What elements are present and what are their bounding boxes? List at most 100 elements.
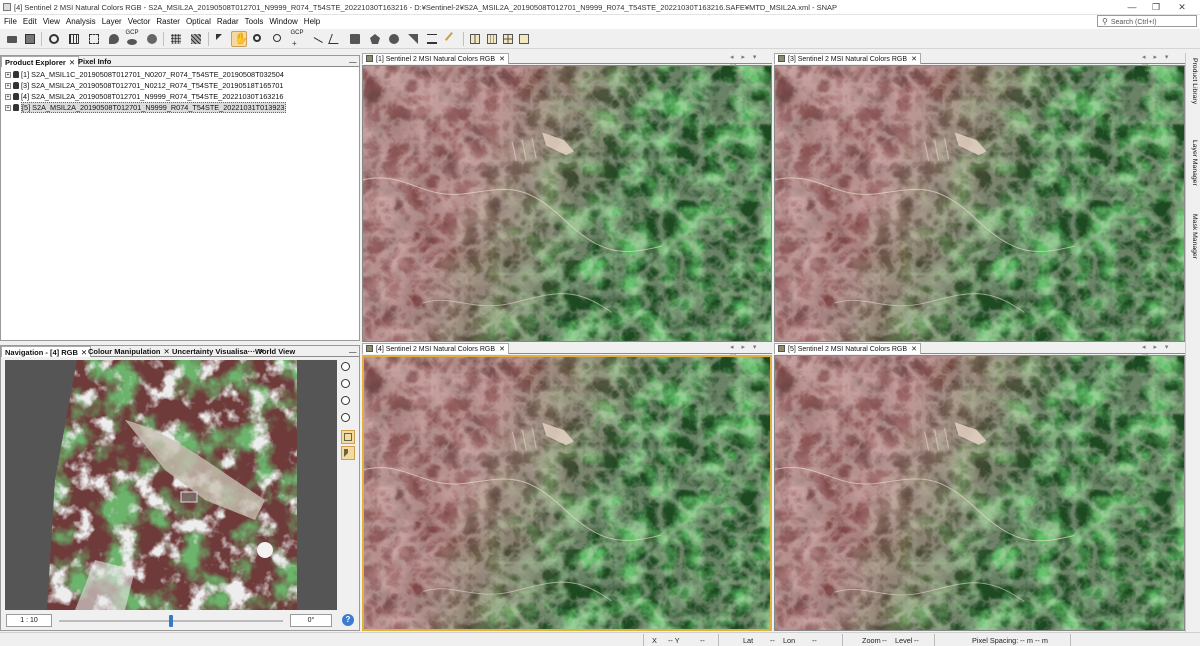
tab-view-5[interactable]: [5] Sentinel 2 MSI Natural Colors RGB ✕ bbox=[774, 343, 921, 354]
draw-tool-button[interactable] bbox=[444, 31, 460, 47]
rectangle-tool-button[interactable] bbox=[347, 31, 363, 47]
status-zoom-label: Zoom bbox=[862, 636, 881, 645]
menu-bar: File Edit View Analysis Layer Vector Raster Opt… bbox=[0, 15, 1200, 29]
gcp-button[interactable]: GCP bbox=[124, 30, 140, 47]
zoom-slider-thumb[interactable] bbox=[169, 615, 173, 627]
image-canvas-3[interactable] bbox=[774, 65, 1185, 342]
tab-colour-manipulation[interactable]: Colour Manipulation ✕ bbox=[85, 346, 173, 357]
pin-placing-tool-button[interactable] bbox=[270, 31, 286, 47]
select-tool-button[interactable] bbox=[213, 31, 229, 47]
menu-view[interactable]: View bbox=[40, 15, 63, 26]
menu-raster[interactable]: Raster bbox=[153, 15, 183, 26]
tile-grid-icon bbox=[503, 34, 513, 44]
zoom-default-button[interactable] bbox=[341, 396, 355, 410]
menu-help[interactable]: Help bbox=[301, 15, 323, 26]
menu-vector[interactable]: Vector bbox=[125, 15, 154, 26]
zoom-tool-button[interactable] bbox=[250, 31, 266, 47]
close-tab-icon[interactable]: ✕ bbox=[911, 346, 917, 353]
navigation-overview[interactable] bbox=[5, 360, 337, 610]
product-item-4[interactable]: + [4] S2A_MSIL2A_20190508T012701_N9999_R0… bbox=[5, 92, 284, 102]
tab-world-view[interactable]: World View bbox=[252, 346, 298, 357]
zoom-all-button[interactable] bbox=[341, 413, 355, 427]
search-placeholder: Search (Ctrl+I) bbox=[1110, 19, 1157, 26]
menu-edit[interactable]: Edit bbox=[20, 15, 40, 26]
sync-views-button[interactable] bbox=[341, 430, 355, 444]
close-tab-icon[interactable]: ✕ bbox=[911, 56, 917, 63]
panel-minimize-button[interactable]: — bbox=[346, 56, 360, 67]
product-item-5[interactable]: + [5] S2A_MSIL2A_20190508T012701_N9999_R0… bbox=[5, 102, 286, 113]
search-box[interactable]: ⚲ Search (Ctrl+I) bbox=[1097, 15, 1197, 27]
tile-horizontal-icon bbox=[487, 34, 497, 44]
range-finder-button[interactable] bbox=[424, 31, 440, 47]
product-explorer-panel: Product Explorer ✕ Pixel Info — + [1] S2A_… bbox=[0, 55, 360, 341]
status-lon-label: Lon bbox=[783, 636, 796, 645]
mask-button[interactable] bbox=[144, 31, 160, 47]
tab-navigation[interactable]: Navigation - [4] RGB ✕ bbox=[1, 346, 92, 357]
band-maths-button[interactable] bbox=[46, 31, 62, 47]
crosshair-icon bbox=[89, 34, 99, 44]
ellipse-icon bbox=[389, 34, 399, 44]
close-tab-icon[interactable]: ✕ bbox=[499, 346, 505, 353]
gcp-placing-tool-button[interactable]: GCP + bbox=[289, 30, 305, 48]
close-tab-icon[interactable]: ✕ bbox=[499, 56, 505, 63]
open-product-button[interactable] bbox=[4, 31, 20, 47]
ellipse-tool-button[interactable] bbox=[386, 31, 402, 47]
tab-view-3[interactable]: [3] Sentinel 2 MSI Natural Colors RGB ✕ bbox=[774, 53, 921, 64]
status-x-value: -- Y bbox=[668, 636, 680, 645]
ruler-icon bbox=[427, 34, 437, 44]
right-tab-product-library[interactable]: Product Library bbox=[1186, 58, 1198, 104]
pan-tool-button[interactable]: ✋ bbox=[231, 31, 248, 47]
zoom-all-icon bbox=[341, 413, 350, 422]
polyline-tool-button[interactable] bbox=[327, 31, 343, 47]
tile-vertical-button[interactable] bbox=[500, 31, 516, 47]
polygon-tool-button[interactable] bbox=[367, 31, 383, 47]
pin-place-icon bbox=[273, 34, 281, 42]
line-tool-button[interactable] bbox=[308, 31, 324, 51]
mosaic-button[interactable] bbox=[188, 31, 204, 47]
tile-horizontal-button[interactable] bbox=[484, 31, 500, 47]
tab-view-4[interactable]: [4] Sentinel 2 MSI Natural Colors RGB ✕ bbox=[362, 343, 509, 354]
scatter-tool-button[interactable] bbox=[168, 31, 184, 47]
expand-icon[interactable]: + bbox=[5, 94, 11, 100]
menu-optical[interactable]: Optical bbox=[183, 15, 214, 26]
product-item-3[interactable]: + [3] S2A_MSIL2A_20190508T012701_N0212_R0… bbox=[5, 81, 284, 91]
tile-single-button[interactable] bbox=[516, 31, 532, 47]
zoom-slider-track[interactable] bbox=[59, 615, 283, 627]
zoom-in-button[interactable] bbox=[341, 362, 355, 376]
menu-file[interactable]: File bbox=[1, 15, 20, 26]
product-item-1[interactable]: + [1] S2A_MSIL1C_20190508T012701_N0207_R0… bbox=[5, 70, 284, 80]
rotation-field[interactable]: 0° bbox=[290, 614, 332, 627]
menu-analysis[interactable]: Analysis bbox=[63, 15, 99, 26]
menu-radar[interactable]: Radar bbox=[214, 15, 242, 26]
hand-icon: ✋ bbox=[234, 33, 248, 45]
menu-tools[interactable]: Tools bbox=[242, 15, 267, 26]
tab-pixel-info[interactable]: Pixel Info bbox=[75, 56, 114, 67]
restore-button[interactable]: ❐ bbox=[1148, 1, 1164, 13]
tab-view-1[interactable]: [1] Sentinel 2 MSI Natural Colors RGB ✕ bbox=[362, 53, 509, 64]
magic-wand-button[interactable] bbox=[405, 31, 421, 47]
help-button[interactable]: ? bbox=[342, 614, 354, 626]
menu-layer[interactable]: Layer bbox=[99, 15, 125, 26]
pixel-geocoding-button[interactable] bbox=[86, 31, 102, 47]
image-canvas-5[interactable] bbox=[774, 355, 1185, 631]
image-canvas-1[interactable] bbox=[362, 65, 772, 342]
right-tab-layer-manager[interactable]: Layer Manager bbox=[1186, 140, 1198, 186]
graticule-button[interactable] bbox=[66, 31, 82, 47]
right-tab-mask-manager[interactable]: Mask Manager bbox=[1186, 214, 1198, 259]
panel-minimize-button[interactable]: — bbox=[346, 346, 360, 357]
zoom-out-button[interactable] bbox=[341, 379, 355, 393]
scale-field[interactable]: 1 : 10 bbox=[6, 614, 52, 627]
close-window-button[interactable]: ✕ bbox=[1174, 1, 1190, 13]
sync-cursor-button[interactable] bbox=[341, 446, 355, 460]
menu-window[interactable]: Window bbox=[266, 15, 300, 26]
tile-evenly-button[interactable] bbox=[467, 31, 483, 47]
tab-product-explorer[interactable]: Product Explorer ✕ bbox=[1, 56, 80, 67]
expand-icon[interactable]: + bbox=[5, 72, 11, 78]
close-product-button[interactable] bbox=[22, 31, 38, 47]
zoom-out-icon bbox=[341, 379, 350, 388]
pin-button[interactable] bbox=[106, 31, 122, 47]
minimize-button[interactable]: — bbox=[1124, 1, 1140, 13]
expand-icon[interactable]: + bbox=[5, 105, 11, 111]
expand-icon[interactable]: + bbox=[5, 83, 11, 89]
image-canvas-4[interactable] bbox=[362, 355, 772, 631]
